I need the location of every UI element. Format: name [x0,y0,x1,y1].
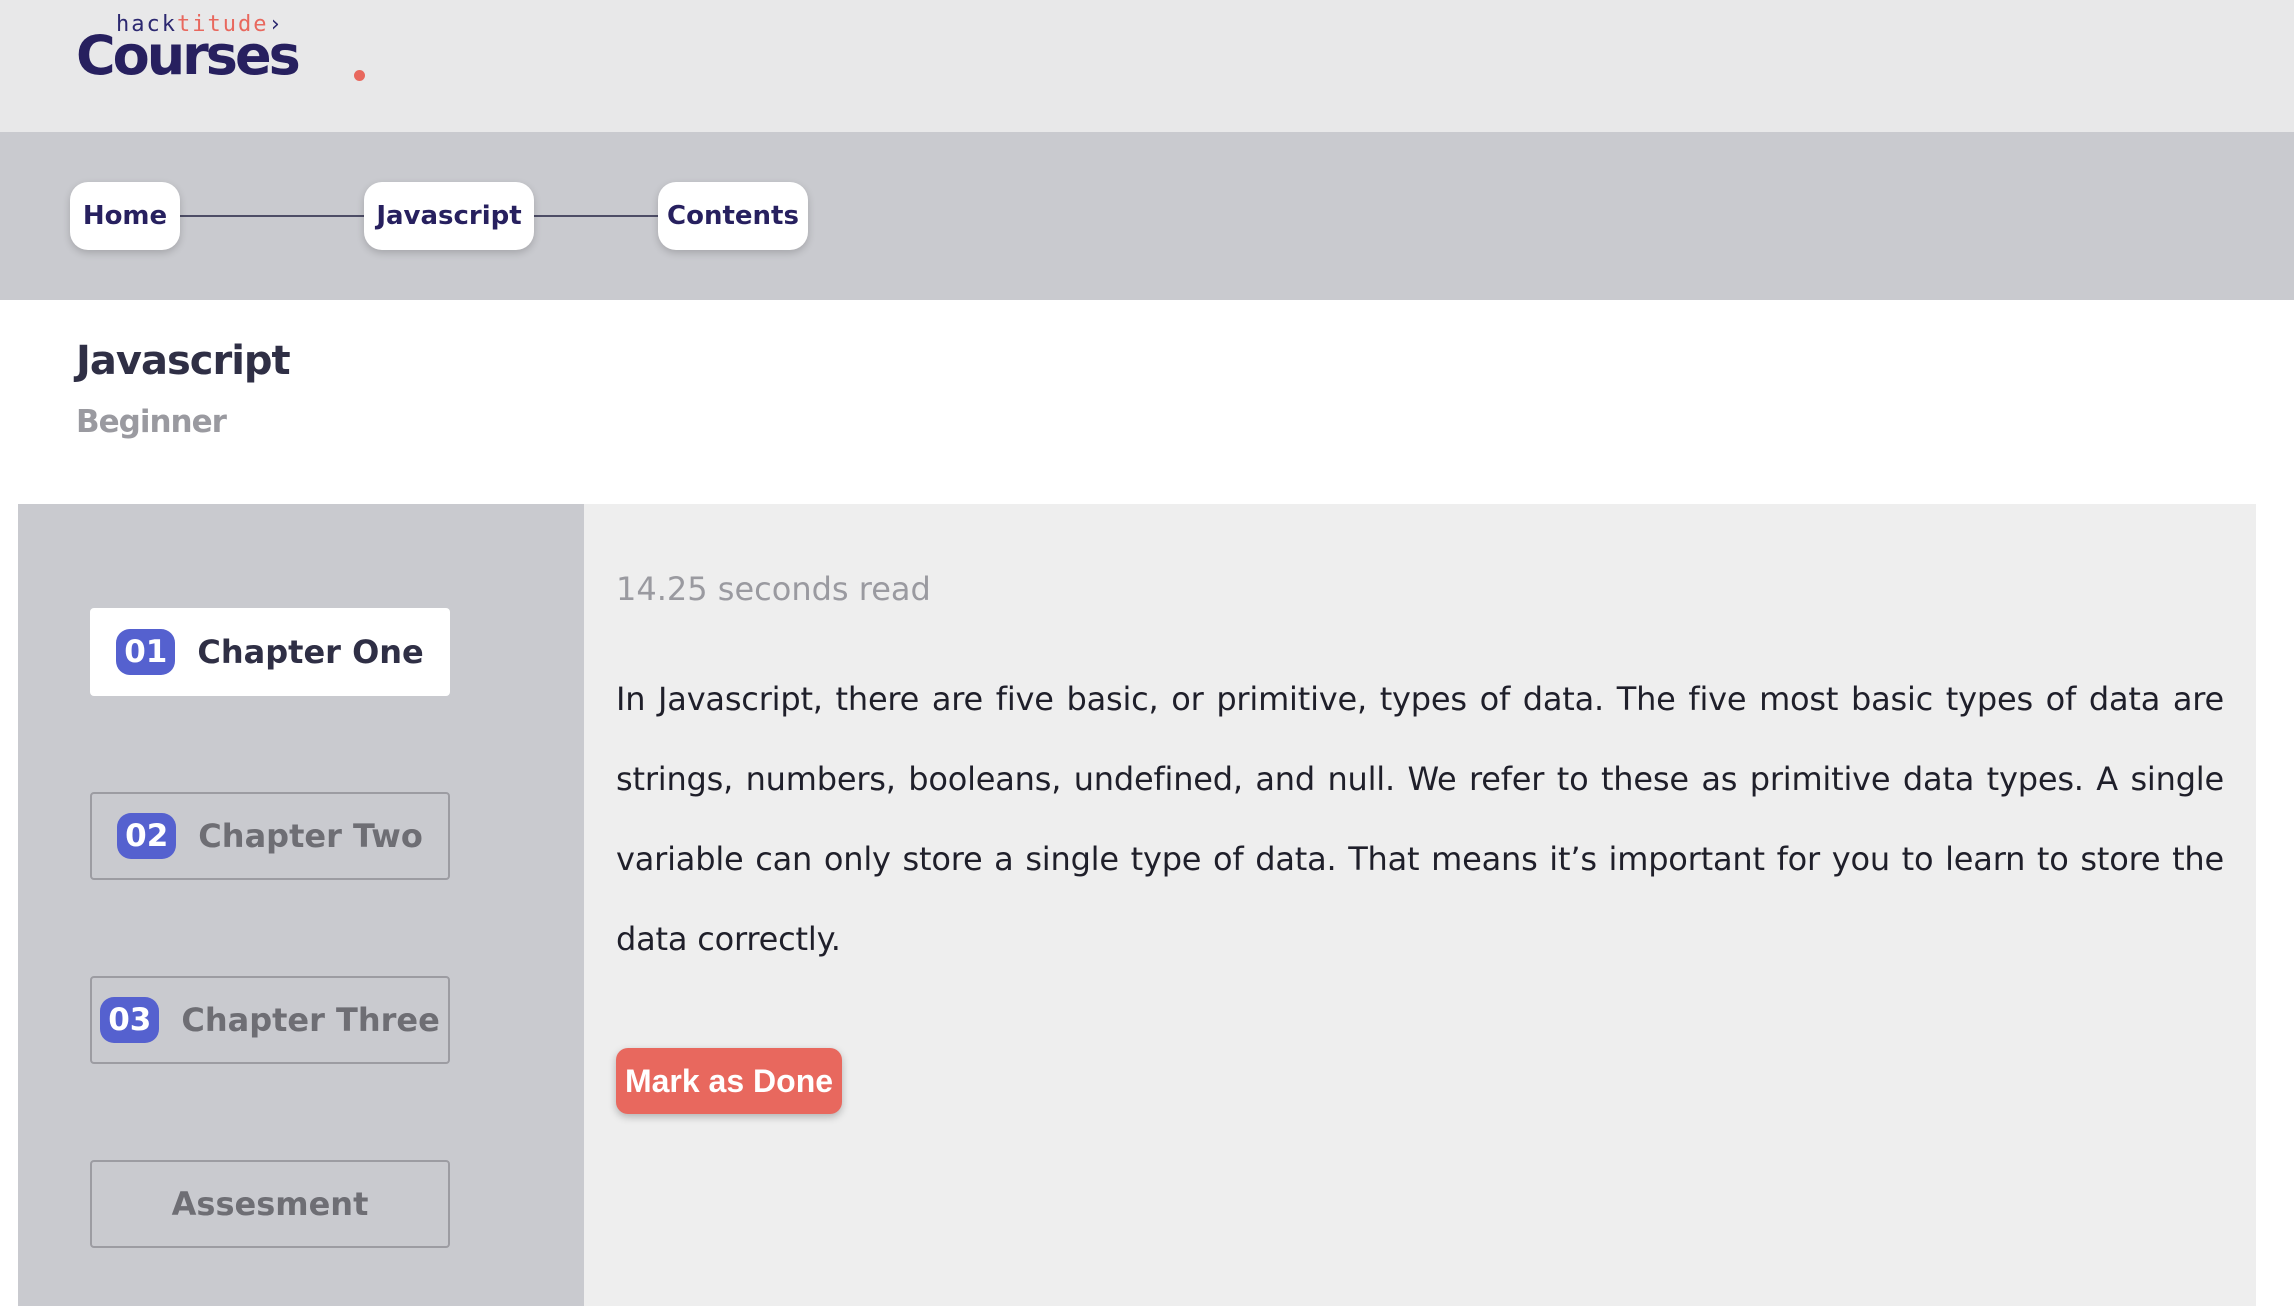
sidebar-item-assessment[interactable]: Assesment [90,1160,450,1248]
sidebar-item-label: Chapter Two [198,817,423,855]
sidebar-item-chapter-one[interactable]: 01 Chapter One [90,608,450,696]
course-level: Beginner [76,404,227,440]
breadcrumb-javascript[interactable]: Javascript [364,182,534,250]
sidebar-item-label: Chapter Three [181,1001,440,1039]
page-title: Javascript [76,338,291,384]
top-header: hacktitude› Courses [0,0,2294,132]
breadcrumb-contents[interactable]: Contents [658,182,808,250]
chapter-sidebar: 01 Chapter One 02 Chapter Two 03 Chapter… [18,504,584,1306]
breadcrumb-home[interactable]: Home [70,182,180,250]
logo-dot-icon [354,70,365,81]
chapter-content: 14.25 seconds read In Javascript, there … [584,504,2256,1306]
sidebar-item-chapter-two[interactable]: 02 Chapter Two [90,792,450,880]
sidebar-item-chapter-three[interactable]: 03 Chapter Three [90,976,450,1064]
chapter-number-badge: 03 [100,997,160,1043]
breadcrumb-connector [532,215,662,217]
sidebar-item-label: Chapter One [197,633,424,671]
breadcrumb-connector [178,215,368,217]
logo-wordmark: Courses [76,24,301,87]
mark-as-done-button[interactable]: Mark as Done [616,1048,842,1114]
chapter-number-badge: 02 [117,813,177,859]
chapter-number-badge: 01 [116,629,176,675]
read-time: 14.25 seconds read [616,570,931,608]
hacktitude-courses-logo[interactable]: hacktitude› Courses [76,14,365,86]
sidebar-item-label: Assesment [171,1185,369,1223]
chapter-body-text: In Javascript, there are five basic, or … [616,680,2224,958]
